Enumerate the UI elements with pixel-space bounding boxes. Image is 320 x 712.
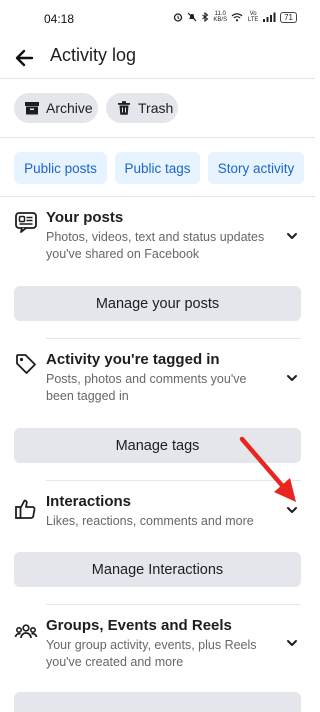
section-desc-interactions: Likes, reactions, comments and more: [46, 514, 254, 528]
trash-button[interactable]: Trash: [106, 93, 178, 123]
arrow-left-icon[interactable]: [14, 48, 34, 68]
battery-indicator: 71: [280, 11, 297, 23]
divider: [46, 604, 301, 605]
wifi-icon: [231, 13, 243, 22]
network-type: Vo LTE: [247, 11, 259, 23]
chevron-down-icon[interactable]: [285, 371, 299, 385]
section-title-interactions: Interactions: [46, 493, 132, 510]
status-icons: 11.0 KB/S Vo LTE 71: [173, 11, 297, 23]
archive-box-icon: [25, 102, 39, 115]
data-rate: 11.0 KB/S: [213, 11, 228, 23]
posts-icon: [15, 212, 37, 233]
status-bar: 04:18 11.0 KB/S Vo LTE 71: [0, 0, 315, 40]
tab-public-tags[interactable]: Public tags: [115, 152, 200, 184]
manage-groups-button-partial[interactable]: [14, 692, 301, 712]
bluetooth-icon: [202, 12, 209, 22]
divider: [0, 196, 315, 197]
annotation-arrow-icon: [239, 436, 296, 502]
alarm-icon: [174, 13, 183, 22]
divider: [46, 338, 301, 339]
trash-icon: [118, 101, 130, 115]
section-desc-your-posts: Photos, videos, text and status updates …: [46, 230, 265, 261]
mute-icon: [187, 12, 197, 22]
section-title-your-posts: Your posts: [46, 209, 124, 226]
signal-icon: [263, 12, 276, 22]
tab-story-activity[interactable]: Story activity: [208, 152, 304, 184]
groups-icon: [14, 624, 38, 639]
manage-interactions-button[interactable]: Manage Interactions: [14, 552, 301, 587]
section-title-tagged: Activity you're tagged in: [46, 351, 220, 368]
archive-label: Archive: [46, 100, 93, 116]
status-time: 04:18: [44, 12, 75, 26]
section-desc-groups: Your group activity, events, plus Reels …: [46, 638, 257, 669]
divider: [0, 137, 315, 138]
trash-label: Trash: [138, 100, 174, 116]
manage-posts-button[interactable]: Manage your posts: [14, 286, 301, 321]
chevron-down-icon[interactable]: [285, 636, 299, 650]
archive-button[interactable]: Archive: [14, 93, 98, 123]
chevron-down-icon[interactable]: [285, 229, 299, 243]
tab-public-posts[interactable]: Public posts: [14, 152, 107, 184]
section-title-groups: Groups, Events and Reels: [46, 617, 232, 634]
section-desc-tagged: Posts, photos and comments you've been t…: [46, 372, 247, 403]
thumbs-up-icon: [15, 499, 36, 519]
page-title: Activity log: [50, 45, 137, 65]
tag-icon: [16, 354, 36, 374]
app-header: Activity log: [0, 40, 315, 79]
